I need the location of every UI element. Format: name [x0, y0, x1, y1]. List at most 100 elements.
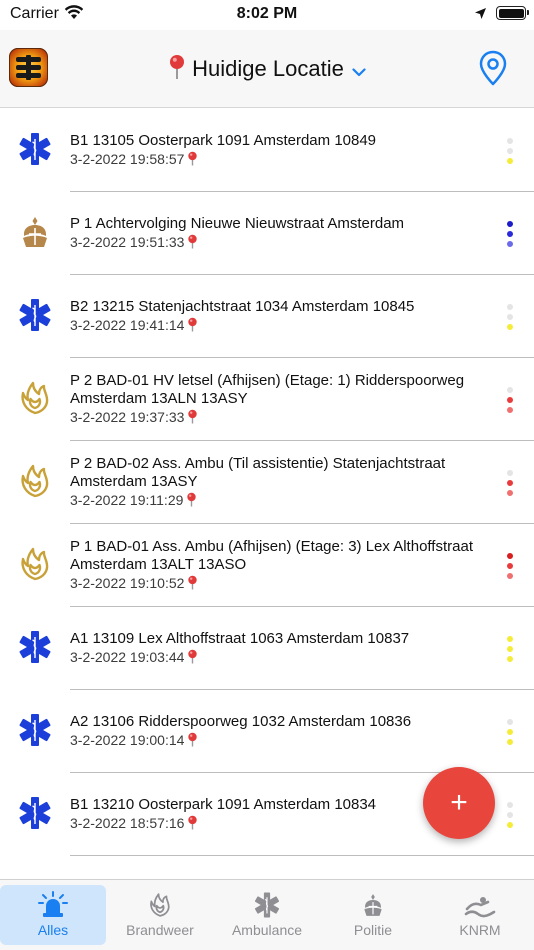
priority-dot: [507, 489, 513, 496]
incident-datetime: 3-2-2022 19:10:52: [70, 575, 494, 594]
priority-dot: [507, 728, 513, 735]
map-pin-icon[interactable]: [186, 492, 197, 511]
priority-dot: [507, 220, 513, 227]
priority-dot: [507, 572, 513, 579]
incident-row[interactable]: P 1 Achtervolging Nieuwe Nieuwstraat Ams…: [0, 192, 534, 275]
politie-icon: [17, 214, 53, 250]
map-pin-icon: [168, 54, 186, 86]
priority-dot: [507, 323, 513, 330]
priority-dot: [507, 718, 513, 725]
incident-title: P 1 BAD-01 Ass. Ambu (Afhijsen) (Etage: …: [70, 537, 473, 573]
priority-indicator: [505, 192, 515, 275]
incident-timestamp: 3-2-2022 19:00:14: [70, 731, 185, 748]
incident-title: B2 13215 Statenjachtstraat 1034 Amsterda…: [70, 297, 415, 315]
knrm-icon: [427, 891, 533, 919]
map-pin-icon[interactable]: [187, 815, 198, 834]
map-pin-icon[interactable]: [187, 409, 198, 428]
priority-dot: [507, 240, 513, 247]
politie-icon: [320, 891, 426, 919]
tab-ambulance[interactable]: Ambulance: [214, 885, 320, 945]
tab-bar: Alles Brandweer Ambulance Politie KNRM: [0, 879, 534, 950]
battery-icon: [496, 6, 529, 20]
incident-row[interactable]: A1 13109 Lex Althoffstraat 1063 Amsterda…: [0, 607, 534, 690]
brandweer-icon: [17, 546, 53, 582]
priority-dot: [507, 303, 513, 310]
incident-timestamp: 3-2-2022 19:58:57: [70, 150, 185, 167]
incident-row[interactable]: A2 13106 Ridderspoorweg 1032 Amsterdam 1…: [0, 690, 534, 773]
priority-dot: [507, 811, 513, 818]
priority-dot: [507, 406, 513, 413]
incident-timestamp: 3-2-2022 19:10:52: [70, 574, 185, 591]
ambulance-icon: [17, 131, 53, 167]
incident-datetime: 3-2-2022 19:58:57: [70, 151, 494, 170]
incident-timestamp: 3-2-2022 19:41:14: [70, 316, 185, 333]
incident-datetime: 3-2-2022 19:51:33: [70, 234, 494, 253]
incident-timestamp: 3-2-2022 19:37:33: [70, 408, 185, 425]
tab-label: Ambulance: [231, 922, 303, 938]
map-pin-icon[interactable]: [187, 732, 198, 751]
tab-politie[interactable]: Politie: [320, 885, 426, 945]
incident-timestamp: 3-2-2022 19:03:44: [70, 648, 185, 665]
incident-title: A2 13106 Ridderspoorweg 1032 Amsterdam 1…: [70, 712, 412, 730]
tab-label: Brandweer: [126, 922, 194, 938]
incident-list[interactable]: B1 13105 Oosterpark 1091 Amsterdam 10849…: [0, 109, 534, 856]
incident-title: A1 13109 Lex Althoffstraat 1063 Amsterda…: [70, 629, 410, 647]
incident-title: P 1 Achtervolging Nieuwe Nieuwstraat Ams…: [70, 214, 405, 232]
priority-dot: [507, 562, 513, 569]
map-pin-icon[interactable]: [187, 234, 198, 253]
priority-dot: [507, 655, 513, 662]
brandweer-icon: [17, 380, 53, 416]
priority-indicator: [505, 358, 515, 441]
incident-title: B1 13105 Oosterpark 1091 Amsterdam 10849: [70, 131, 377, 149]
incident-row[interactable]: P 2 BAD-01 HV letsel (Afhijsen) (Etage: …: [0, 358, 534, 441]
incident-timestamp: 3-2-2022 18:57:16: [70, 814, 185, 831]
priority-indicator: [505, 109, 515, 192]
tab-brandweer[interactable]: Brandweer: [107, 885, 213, 945]
priority-dot: [507, 479, 513, 486]
incident-datetime: 3-2-2022 19:00:14: [70, 732, 494, 751]
map-pin-icon[interactable]: [187, 575, 198, 594]
tab-label: Alles: [37, 922, 69, 938]
priority-dot: [507, 821, 513, 828]
priority-dot: [507, 645, 513, 652]
map-pin-icon[interactable]: [187, 649, 198, 668]
priority-dot: [507, 147, 513, 154]
priority-dot: [507, 137, 513, 144]
incident-row[interactable]: B1 13105 Oosterpark 1091 Amsterdam 10849…: [0, 109, 534, 192]
location-pin-button[interactable]: [478, 50, 508, 91]
priority-dot: [507, 313, 513, 320]
priority-dot: [507, 157, 513, 164]
priority-dot: [507, 801, 513, 808]
location-title: Huidige Locatie: [192, 55, 344, 81]
priority-dot: [507, 230, 513, 237]
incident-datetime: 3-2-2022 19:41:14: [70, 317, 494, 336]
brandweer-icon: [107, 891, 213, 919]
location-selector[interactable]: Huidige Locatie: [0, 54, 534, 86]
priority-dot: [507, 469, 513, 476]
tab-label: KNRM: [459, 922, 501, 938]
priority-indicator: [505, 441, 515, 524]
incident-title: P 2 BAD-02 Ass. Ambu (Til assistentie) S…: [70, 454, 446, 490]
incident-title: P 2 BAD-01 HV letsel (Afhijsen) (Etage: …: [70, 371, 465, 407]
tab-knrm[interactable]: KNRM: [427, 885, 533, 945]
ambulance-icon: [17, 297, 53, 333]
chevron-down-icon: [352, 57, 366, 83]
tab-alles[interactable]: Alles: [0, 885, 106, 945]
priority-dot: [507, 386, 513, 393]
incident-row[interactable]: P 1 BAD-01 Ass. Ambu (Afhijsen) (Etage: …: [0, 524, 534, 607]
incident-row[interactable]: B2 13215 Statenjachtstraat 1034 Amsterda…: [0, 275, 534, 358]
location-arrow-icon: [474, 7, 487, 25]
priority-dot: [507, 552, 513, 559]
map-pin-icon[interactable]: [187, 317, 198, 336]
tab-label: Politie: [353, 922, 393, 938]
ambulance-icon: [17, 629, 53, 665]
incident-datetime: 3-2-2022 19:37:33: [70, 409, 494, 428]
incident-row[interactable]: P 2 BAD-02 Ass. Ambu (Til assistentie) S…: [0, 441, 534, 524]
incident-datetime: 3-2-2022 19:03:44: [70, 649, 494, 668]
map-pin-icon[interactable]: [187, 151, 198, 170]
priority-indicator: [505, 524, 515, 607]
add-button[interactable]: +: [423, 767, 495, 839]
star-of-life-icon: [214, 891, 320, 919]
ambulance-icon: [17, 795, 53, 831]
row-separator: [70, 855, 534, 856]
